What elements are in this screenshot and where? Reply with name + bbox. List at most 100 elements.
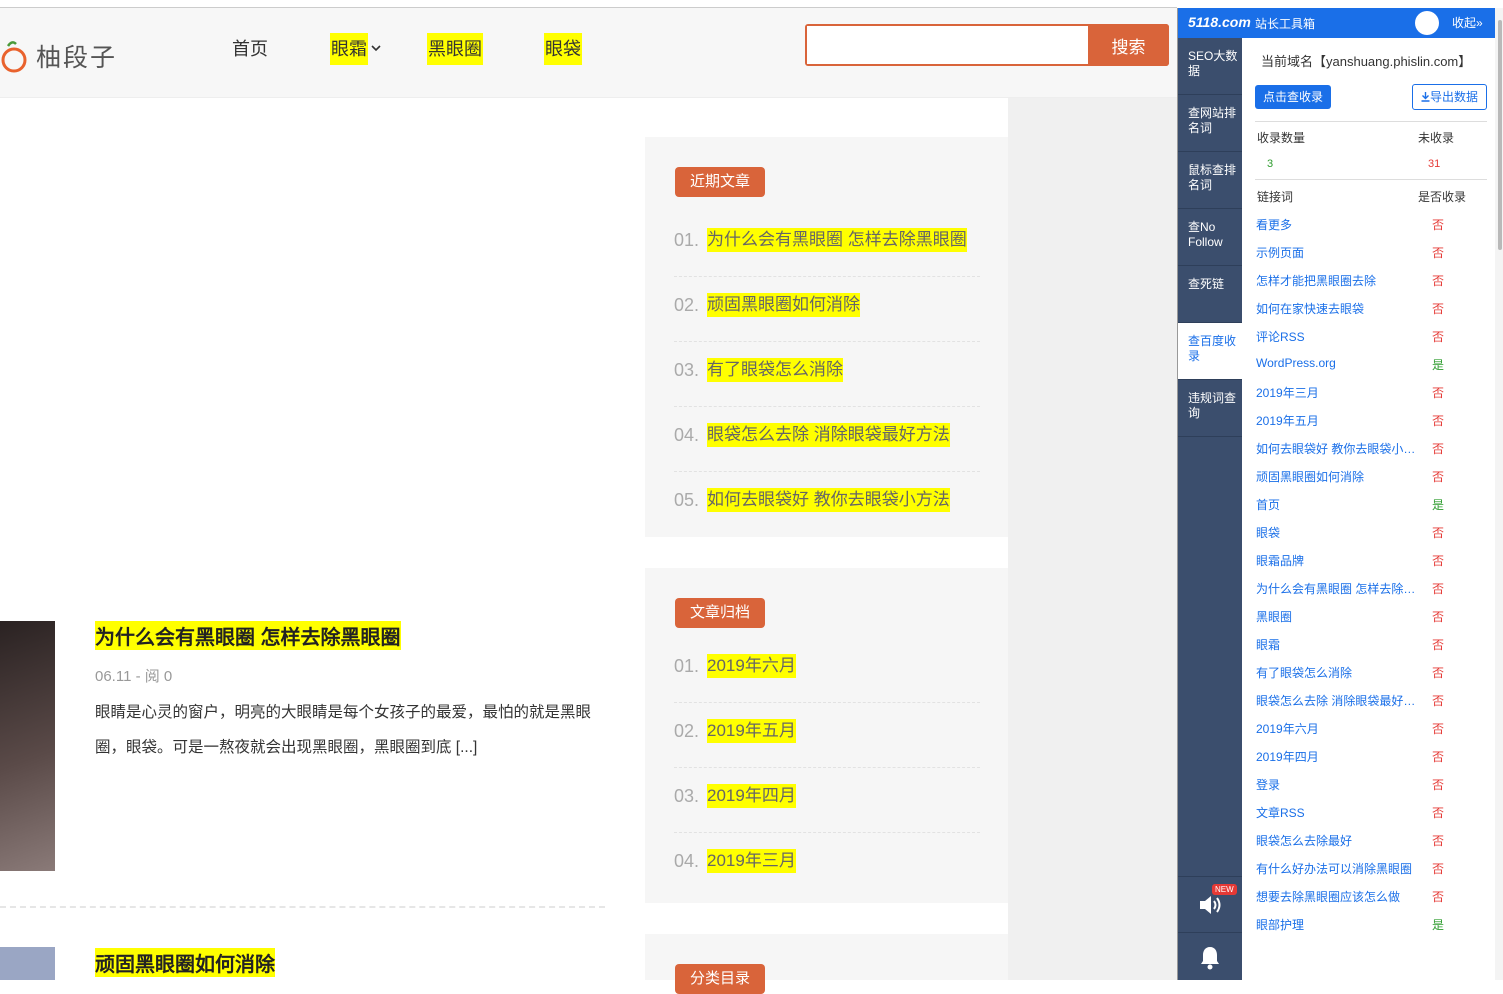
link-row[interactable]: 看更多 否 xyxy=(1256,216,1486,244)
search-button[interactable]: 搜索 xyxy=(1088,24,1169,66)
link-word[interactable]: 登录 xyxy=(1256,776,1416,793)
tab-banned-words[interactable]: 违规词查询 xyxy=(1178,380,1242,437)
link-row[interactable]: 顽固黑眼圈如何消除 否 xyxy=(1256,468,1486,496)
tab-nofollow[interactable]: 查No Follow xyxy=(1178,209,1242,266)
link-row[interactable]: 眼霜品牌 否 xyxy=(1256,552,1486,580)
export-data-button[interactable]: 导出数据 xyxy=(1412,84,1487,110)
recent-post-link[interactable]: 有了眼袋怎么消除 xyxy=(707,358,843,382)
link-row[interactable]: 眼部护理 是 xyxy=(1256,916,1486,944)
link-row[interactable]: 为什么会有黑眼圈 怎样去除黑眼圈 否 xyxy=(1256,580,1486,608)
recent-post-item[interactable]: 01. 为什么会有黑眼圈 怎样去除黑眼圈 xyxy=(674,212,980,277)
search-input[interactable] xyxy=(807,26,1087,64)
chevron-down-icon[interactable] xyxy=(370,42,382,54)
tab-site-rank-words[interactable]: 查网站排名词 xyxy=(1178,95,1242,152)
link-row[interactable]: WordPress.org 是 xyxy=(1256,356,1486,384)
link-row[interactable]: 文章RSS 否 xyxy=(1256,804,1486,832)
collapse-button[interactable]: 收起» xyxy=(1452,14,1483,31)
link-word[interactable]: 黑眼圈 xyxy=(1256,608,1416,625)
link-row[interactable]: 眼袋怎么去除 消除眼袋最好方法 否 xyxy=(1256,692,1486,720)
post-thumbnail[interactable] xyxy=(0,947,55,980)
archive-link[interactable]: 2019年三月 xyxy=(707,849,796,873)
link-row[interactable]: 有什么好办法可以消除黑眼圈 否 xyxy=(1256,860,1486,888)
link-word[interactable]: 眼霜 xyxy=(1256,636,1416,653)
link-word[interactable]: WordPress.org xyxy=(1256,356,1416,370)
recent-post-item[interactable]: 02. 顽固黑眼圈如何消除 xyxy=(674,277,980,342)
link-word[interactable]: 眼部护理 xyxy=(1256,916,1416,933)
link-word[interactable]: 有什么好办法可以消除黑眼圈 xyxy=(1256,860,1416,877)
link-word[interactable]: 眼袋 xyxy=(1256,524,1416,541)
link-word[interactable]: 首页 xyxy=(1256,496,1416,513)
link-row[interactable]: 首页 是 xyxy=(1256,496,1486,524)
recent-post-link[interactable]: 眼袋怎么去除 消除眼袋最好方法 xyxy=(707,423,950,447)
link-word[interactable]: 想要去除黑眼圈应该怎么做 xyxy=(1256,888,1416,905)
not-indexed-value: 31 xyxy=(1428,158,1441,170)
link-row[interactable]: 登录 否 xyxy=(1256,776,1486,804)
nav-home[interactable]: 首页 xyxy=(231,33,269,65)
tab-dead-links[interactable]: 查死链 xyxy=(1178,266,1242,323)
link-word[interactable]: 如何在家快速去眼袋 xyxy=(1256,300,1416,317)
link-word[interactable]: 眼袋怎么去除 消除眼袋最好方法 xyxy=(1256,692,1416,709)
link-row[interactable]: 如何去眼袋好 教你去眼袋小方法 否 xyxy=(1256,440,1486,468)
archive-link[interactable]: 2019年四月 xyxy=(707,784,796,808)
link-word[interactable]: 2019年五月 xyxy=(1256,412,1416,429)
post-title[interactable]: 为什么会有黑眼圈 怎样去除黑眼圈 xyxy=(95,621,401,650)
recent-post-item[interactable]: 04. 眼袋怎么去除 消除眼袋最好方法 xyxy=(674,407,980,472)
site-logo-text[interactable]: 柚段子 xyxy=(36,38,117,74)
link-row[interactable]: 眼霜 否 xyxy=(1256,636,1486,664)
link-word[interactable]: 看更多 xyxy=(1256,216,1416,233)
link-word[interactable]: 文章RSS xyxy=(1256,804,1416,821)
link-row[interactable]: 想要去除黑眼圈应该怎么做 否 xyxy=(1256,888,1486,916)
link-word[interactable]: 顽固黑眼圈如何消除 xyxy=(1256,468,1416,485)
recent-post-link[interactable]: 顽固黑眼圈如何消除 xyxy=(707,293,860,317)
speaker-button[interactable]: NEW xyxy=(1178,876,1242,932)
nav-dark-circles[interactable]: 黑眼圈 xyxy=(427,33,483,65)
link-word[interactable]: 示例页面 xyxy=(1256,244,1416,261)
link-row[interactable]: 眼袋怎么去除最好 否 xyxy=(1256,832,1486,860)
tab-mouse-rank-words[interactable]: 鼠标查排名词 xyxy=(1178,152,1242,209)
brand-logo[interactable]: 5118.com xyxy=(1188,14,1251,30)
check-index-button[interactable]: 点击查收录 xyxy=(1255,85,1331,109)
archive-link[interactable]: 2019年六月 xyxy=(707,654,796,678)
link-word[interactable]: 2019年四月 xyxy=(1256,748,1416,765)
link-row[interactable]: 2019年六月 否 xyxy=(1256,720,1486,748)
archive-link[interactable]: 2019年五月 xyxy=(707,719,796,743)
categories-title: 分类目录 xyxy=(675,964,766,994)
link-word[interactable]: 眼霜品牌 xyxy=(1256,552,1416,569)
link-row[interactable]: 2019年四月 否 xyxy=(1256,748,1486,776)
archive-item[interactable]: 02. 2019年五月 xyxy=(674,703,980,768)
link-row[interactable]: 示例页面 否 xyxy=(1256,244,1486,272)
link-row[interactable]: 2019年三月 否 xyxy=(1256,384,1486,412)
archive-item[interactable]: 01. 2019年六月 xyxy=(674,638,980,703)
link-word[interactable]: 有了眼袋怎么消除 xyxy=(1256,664,1416,681)
link-row[interactable]: 怎样才能把黑眼圈去除 否 xyxy=(1256,272,1486,300)
link-word[interactable]: 怎样才能把黑眼圈去除 xyxy=(1256,272,1416,289)
nav-eye-cream[interactable]: 眼霜 xyxy=(330,33,368,65)
archive-item[interactable]: 03. 2019年四月 xyxy=(674,768,980,833)
link-row[interactable]: 有了眼袋怎么消除 否 xyxy=(1256,664,1486,692)
panel-toggle[interactable] xyxy=(1415,11,1439,35)
scrollbar-thumb[interactable] xyxy=(1498,20,1502,250)
link-row[interactable]: 2019年五月 否 xyxy=(1256,412,1486,440)
link-word[interactable]: 如何去眼袋好 教你去眼袋小方法 xyxy=(1256,440,1416,457)
link-word[interactable]: 2019年六月 xyxy=(1256,720,1416,737)
link-word[interactable]: 眼袋怎么去除最好 xyxy=(1256,832,1416,849)
link-row[interactable]: 如何在家快速去眼袋 否 xyxy=(1256,300,1486,328)
tab-baidu-index[interactable]: 查百度收录 xyxy=(1178,323,1242,380)
link-row[interactable]: 评论RSS 否 xyxy=(1256,328,1486,356)
index-status: 否 xyxy=(1432,778,1445,792)
post-thumbnail[interactable] xyxy=(0,621,55,871)
nav-eye-bags[interactable]: 眼袋 xyxy=(544,33,582,65)
recent-post-link[interactable]: 如何去眼袋好 教你去眼袋小方法 xyxy=(707,488,950,512)
recent-post-item[interactable]: 05. 如何去眼袋好 教你去眼袋小方法 xyxy=(674,472,980,537)
link-word[interactable]: 2019年三月 xyxy=(1256,384,1416,401)
tab-seo-data[interactable]: SEO大数据 xyxy=(1178,38,1242,95)
post-title[interactable]: 顽固黑眼圈如何消除 xyxy=(95,948,275,977)
link-row[interactable]: 眼袋 否 xyxy=(1256,524,1486,552)
link-word[interactable]: 为什么会有黑眼圈 怎样去除黑眼圈 xyxy=(1256,580,1416,597)
recent-post-item[interactable]: 03. 有了眼袋怎么消除 xyxy=(674,342,980,407)
archive-item[interactable]: 04. 2019年三月 xyxy=(674,833,980,898)
notification-button[interactable] xyxy=(1178,932,1242,980)
recent-post-link[interactable]: 为什么会有黑眼圈 怎样去除黑眼圈 xyxy=(707,228,967,252)
link-word[interactable]: 评论RSS xyxy=(1256,328,1416,345)
link-row[interactable]: 黑眼圈 否 xyxy=(1256,608,1486,636)
